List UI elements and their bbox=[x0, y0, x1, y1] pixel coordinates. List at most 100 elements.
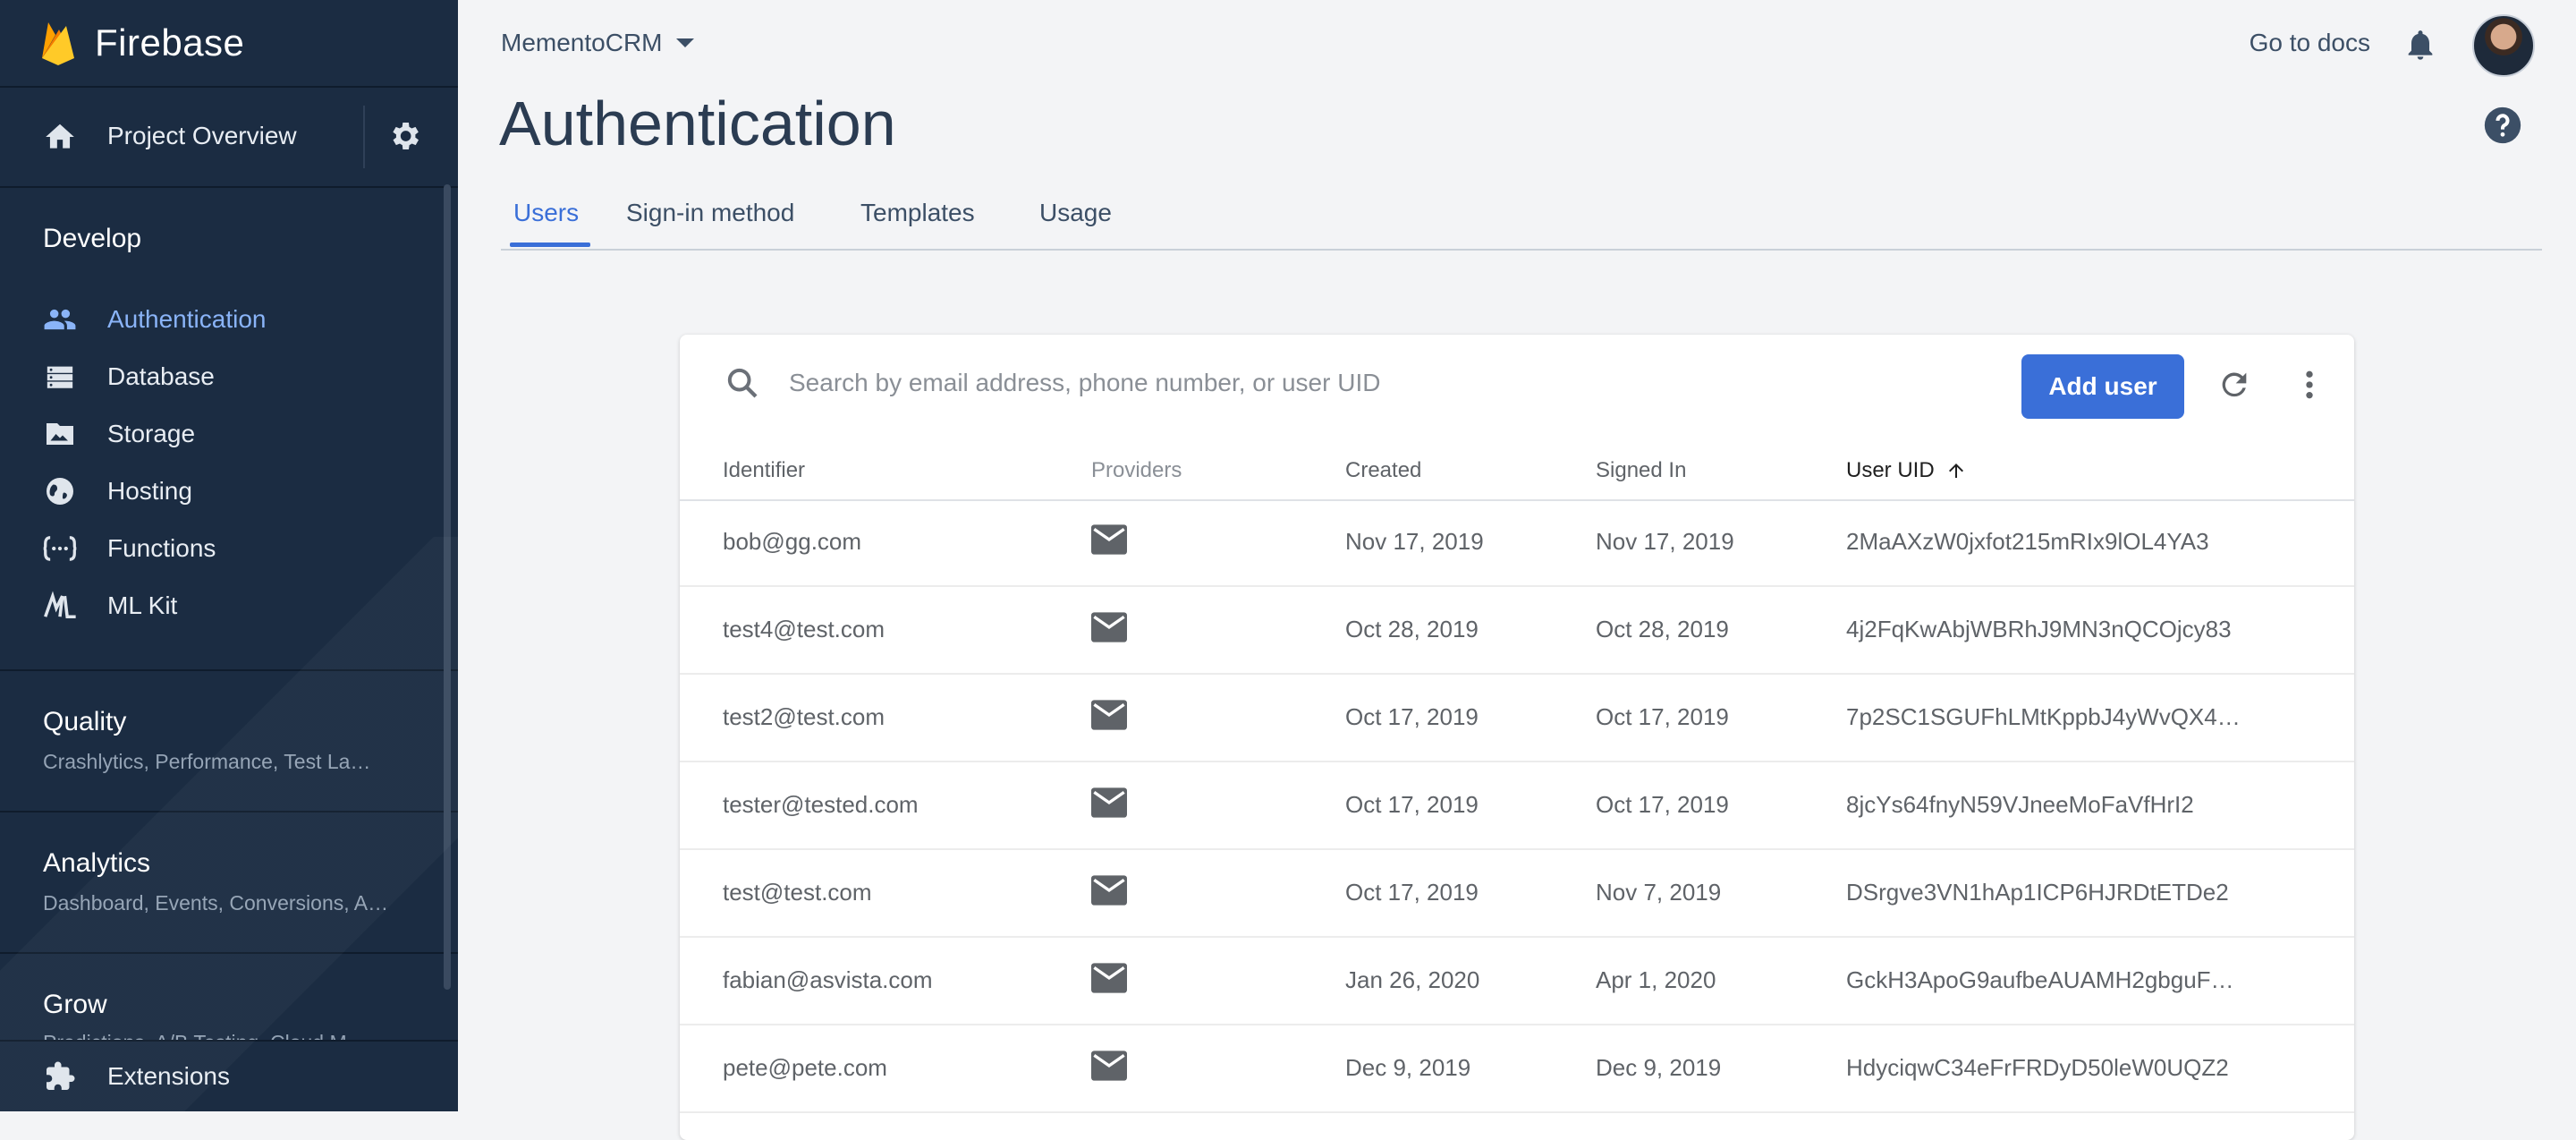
tab-label: Templates bbox=[860, 199, 975, 226]
cell-signed-in: Nov 17, 2019 bbox=[1596, 528, 1734, 555]
sidebar-item-hosting[interactable]: Hosting bbox=[0, 464, 438, 519]
sidebar-divider bbox=[0, 811, 458, 812]
develop-section-title[interactable]: Develop bbox=[43, 224, 141, 254]
cell-user-uid: 2MaAXzW0jxfot215mRIx9lOL4YA3 bbox=[1846, 528, 2209, 555]
cell-created: Jan 26, 2020 bbox=[1345, 966, 1480, 993]
cell-user-uid: 4j2FqKwAbjWBRhJ9MN3nQCOjcy83 bbox=[1846, 616, 2232, 642]
tab-users[interactable]: Users bbox=[510, 199, 590, 247]
firebase-logo-icon bbox=[42, 22, 74, 65]
cell-identifier: bob@gg.com bbox=[723, 528, 862, 555]
sidebar-item-functions[interactable]: Functions bbox=[0, 521, 438, 576]
tab-usage[interactable]: Usage bbox=[1039, 199, 1112, 227]
sidebar-item-authentication[interactable]: Authentication bbox=[0, 292, 438, 347]
cell-created: Oct 28, 2019 bbox=[1345, 616, 1479, 642]
table-row[interactable]: fabian@asvista.com Jan 26, 2020 Apr 1, 2… bbox=[680, 938, 2354, 1025]
email-provider-icon bbox=[1091, 700, 1127, 730]
sidebar-item-storage[interactable]: Storage bbox=[0, 406, 438, 462]
go-to-docs-link[interactable]: Go to docs bbox=[2250, 29, 2370, 57]
grow-section-title[interactable]: Grow bbox=[43, 990, 107, 1020]
extensions-bar: Extensions bbox=[0, 1040, 458, 1111]
brand-name: Firebase bbox=[95, 21, 245, 64]
sidebar-divider bbox=[0, 952, 458, 954]
search-icon bbox=[727, 368, 758, 398]
cell-identifier: fabian@asvista.com bbox=[723, 966, 933, 993]
table-row[interactable]: test4@test.com Oct 28, 2019 Oct 28, 2019… bbox=[680, 587, 2354, 675]
search-input[interactable] bbox=[787, 360, 1775, 406]
column-header-user-uid[interactable]: User UID bbox=[1846, 458, 1967, 483]
cell-created: Oct 17, 2019 bbox=[1345, 703, 1479, 730]
sort-arrow-up-icon bbox=[1948, 464, 1963, 478]
mlkit-icon bbox=[43, 589, 77, 623]
project-name: MementoCRM bbox=[501, 29, 663, 56]
sidebar-item-label: Hosting bbox=[107, 477, 192, 505]
column-header-label: User UID bbox=[1846, 458, 1935, 482]
analytics-section-title[interactable]: Analytics bbox=[43, 848, 150, 879]
cell-signed-in: Apr 1, 2020 bbox=[1596, 966, 1716, 993]
table-row[interactable]: tester@tested.com Oct 17, 2019 Oct 17, 2… bbox=[680, 762, 2354, 850]
active-tab-indicator bbox=[510, 242, 590, 247]
users-card: Add user Identifier Providers Created Si… bbox=[680, 335, 2354, 1140]
settings-gear-icon[interactable] bbox=[386, 118, 422, 154]
tab-sign-in-method[interactable]: Sign-in method bbox=[626, 199, 794, 227]
column-header-signed-in[interactable]: Signed In bbox=[1596, 458, 1686, 483]
refresh-icon[interactable] bbox=[2216, 367, 2252, 403]
sidebar: Firebase Project Overview Develop Authen… bbox=[0, 0, 458, 1111]
table-row[interactable]: test2@test.com Oct 17, 2019 Oct 17, 2019… bbox=[680, 675, 2354, 762]
page-title: Authentication bbox=[499, 89, 896, 158]
tab-templates[interactable]: Templates bbox=[860, 199, 975, 227]
sidebar-divider bbox=[0, 186, 458, 188]
analytics-section-subtitle: Dashboard, Events, Conversions, A… bbox=[43, 891, 389, 915]
avatar[interactable] bbox=[2472, 14, 2535, 77]
email-provider-icon bbox=[1091, 963, 1127, 993]
help-icon[interactable] bbox=[2483, 106, 2522, 145]
sidebar-item-database[interactable]: Database bbox=[0, 349, 438, 404]
sidebar-divider bbox=[0, 669, 458, 671]
project-selector[interactable]: MementoCRM bbox=[501, 29, 695, 57]
cell-created: Oct 17, 2019 bbox=[1345, 791, 1479, 818]
cell-user-uid: DSrgve3VN1hAp1ICP6HJRDtETDe2 bbox=[1846, 879, 2229, 906]
sidebar-item-ml-kit[interactable]: ML Kit bbox=[0, 578, 438, 634]
table-row[interactable]: test@test.com Oct 17, 2019 Nov 7, 2019 D… bbox=[680, 850, 2354, 938]
cell-signed-in: Oct 17, 2019 bbox=[1596, 703, 1729, 730]
project-overview-label: Project Overview bbox=[107, 122, 297, 149]
tab-label: Usage bbox=[1039, 199, 1112, 226]
cell-user-uid: 8jcYs64fnyN59VJneeMoFaVfHrI2 bbox=[1846, 791, 2194, 818]
globe-icon bbox=[43, 474, 77, 508]
notifications-bell-icon[interactable] bbox=[2402, 25, 2438, 64]
cell-identifier: test4@test.com bbox=[723, 616, 886, 642]
sidebar-scrollbar[interactable] bbox=[444, 184, 451, 990]
table-header: Identifier Providers Created Signed In U… bbox=[680, 435, 2354, 501]
cell-signed-in: Oct 17, 2019 bbox=[1596, 791, 1729, 818]
main-content: MementoCRM Go to docs Authentication Use… bbox=[458, 0, 2576, 1140]
more-vert-icon[interactable] bbox=[2292, 367, 2327, 403]
table-row[interactable]: bob@gg.com Nov 17, 2019 Nov 17, 2019 2Ma… bbox=[680, 499, 2354, 587]
add-user-button[interactable]: Add user bbox=[2021, 354, 2184, 419]
cell-identifier: tester@tested.com bbox=[723, 791, 919, 818]
email-provider-icon bbox=[1091, 787, 1127, 818]
column-header-providers: Providers bbox=[1091, 458, 1182, 482]
chevron-down-icon bbox=[676, 38, 695, 47]
cell-identifier: test@test.com bbox=[723, 879, 872, 906]
email-provider-icon bbox=[1091, 524, 1127, 555]
quality-section-title[interactable]: Quality bbox=[43, 707, 126, 737]
puzzle-icon bbox=[43, 1059, 77, 1093]
cell-identifier: pete@pete.com bbox=[723, 1054, 887, 1081]
sidebar-item-label: Storage bbox=[107, 420, 196, 447]
cell-signed-in: Oct 28, 2019 bbox=[1596, 616, 1729, 642]
project-overview[interactable]: Project Overview bbox=[0, 88, 458, 186]
sidebar-item-label: Extensions bbox=[107, 1062, 230, 1090]
sidebar-item-label: ML Kit bbox=[107, 591, 178, 619]
photo-icon bbox=[43, 417, 77, 451]
people-icon bbox=[43, 302, 77, 336]
table-row[interactable]: pete@pete.com Dec 9, 2019 Dec 9, 2019 Hd… bbox=[680, 1025, 2354, 1113]
sidebar-item-label: Authentication bbox=[107, 305, 267, 333]
cell-user-uid: 7p2SC1SGUFhLMtKppbJ4yWvQX4… bbox=[1846, 703, 2241, 730]
email-provider-icon bbox=[1091, 612, 1127, 642]
column-header-identifier[interactable]: Identifier bbox=[723, 458, 805, 483]
firebase-brand[interactable]: Firebase bbox=[39, 18, 244, 68]
quality-section-subtitle: Crashlytics, Performance, Test La… bbox=[43, 750, 371, 773]
sidebar-item-extensions[interactable]: Extensions bbox=[0, 1049, 438, 1104]
column-header-created[interactable]: Created bbox=[1345, 458, 1421, 483]
cell-user-uid: GckH3ApoG9aufbeAUAMH2gbguF… bbox=[1846, 966, 2234, 993]
email-provider-icon bbox=[1091, 1051, 1127, 1081]
